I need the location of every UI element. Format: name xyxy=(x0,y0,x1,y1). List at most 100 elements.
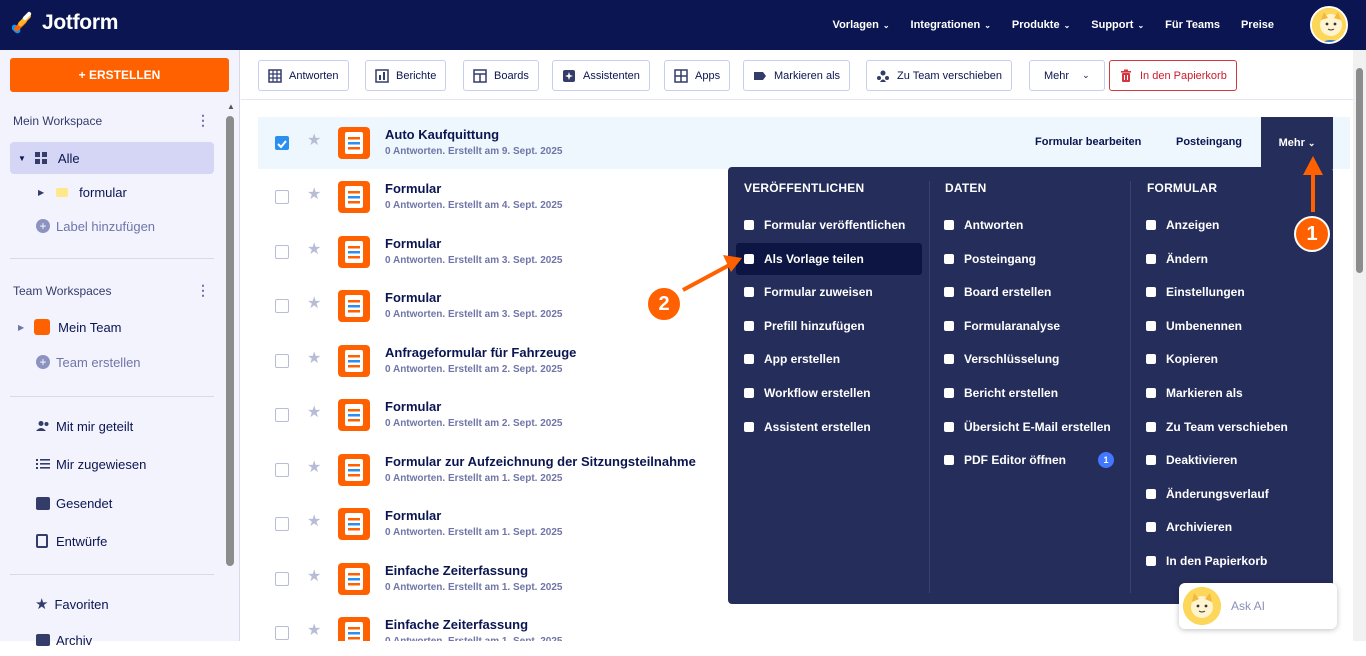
star-icon[interactable]: ★ xyxy=(307,130,321,150)
form-title[interactable]: Einfache Zeiterfassung xyxy=(385,617,528,632)
star-icon[interactable]: ★ xyxy=(307,402,321,422)
menu-item[interactable]: Anzeigen xyxy=(1138,209,1318,241)
sidebar-item-sent[interactable]: Gesendet xyxy=(10,487,214,519)
menu-item[interactable]: Prefill hinzufügen xyxy=(736,310,922,342)
assistants-button[interactable]: Assistenten xyxy=(552,60,650,91)
menu-item[interactable]: Änderungsverlauf xyxy=(1138,478,1318,510)
checkbox[interactable] xyxy=(275,354,289,368)
create-button[interactable]: + ERSTELLEN xyxy=(10,58,229,92)
nav-item[interactable]: Integrationen ⌄ xyxy=(911,19,991,31)
sidebar-item-archive[interactable]: Archiv xyxy=(10,624,214,656)
checkbox[interactable] xyxy=(275,190,289,204)
answers-button[interactable]: Antworten xyxy=(258,60,349,91)
menu-item[interactable]: Umbenennen xyxy=(1138,310,1318,342)
star-icon[interactable]: ★ xyxy=(307,239,321,259)
sidebar-scrollbar[interactable] xyxy=(226,116,234,566)
menu-item[interactable]: Kopieren xyxy=(1138,343,1318,375)
sidebar-item-folder[interactable]: ▶ formular xyxy=(10,176,214,208)
star-icon[interactable]: ★ xyxy=(307,184,321,204)
menu-item[interactable]: Übersicht E-Mail erstellen xyxy=(936,411,1122,443)
checkbox-checked[interactable] xyxy=(275,136,289,150)
check-icon xyxy=(277,140,287,149)
nav-item[interactable]: Support ⌄ xyxy=(1091,19,1144,31)
form-title[interactable]: Formular xyxy=(385,236,441,251)
form-title[interactable]: Formular xyxy=(385,399,441,414)
form-icon xyxy=(338,399,370,431)
checkbox[interactable] xyxy=(275,245,289,259)
apps-button[interactable]: Apps xyxy=(664,60,731,91)
star-icon[interactable]: ★ xyxy=(307,511,321,531)
checkbox[interactable] xyxy=(275,408,289,422)
form-title[interactable]: Formular xyxy=(385,290,441,305)
star-icon[interactable]: ★ xyxy=(307,293,321,313)
menu-item[interactable]: Board erstellen xyxy=(936,276,1122,308)
reports-button[interactable]: Berichte xyxy=(365,60,447,91)
menu-item[interactable]: App erstellen xyxy=(736,343,922,375)
user-avatar[interactable] xyxy=(1310,6,1348,44)
mark-as-button[interactable]: Markieren als xyxy=(743,60,851,91)
sidebar-item-favorites[interactable]: ★ Favoriten xyxy=(10,588,214,620)
menu-item[interactable]: Workflow erstellen xyxy=(736,377,922,409)
checkbox[interactable] xyxy=(275,517,289,531)
trash-button[interactable]: In den Papierkorb xyxy=(1109,60,1237,91)
star-icon[interactable]: ★ xyxy=(307,457,321,477)
nav-item[interactable]: Vorlagen ⌄ xyxy=(833,19,890,31)
more-row-button[interactable]: Mehr ⌄ xyxy=(1261,117,1333,169)
edit-form-button[interactable]: Formular bearbeiten xyxy=(1035,136,1141,148)
sidebar-item-assigned[interactable]: Mir zugewiesen xyxy=(10,448,214,480)
form-title[interactable]: Formular zur Aufzeichnung der Sitzungste… xyxy=(385,454,696,469)
form-title[interactable]: Formular xyxy=(385,181,441,196)
menu-item[interactable]: Bericht erstellen xyxy=(936,377,1122,409)
more-toolbar-button[interactable]: Mehr ⌄ xyxy=(1029,60,1105,91)
add-label-button[interactable]: + Label hinzufügen xyxy=(10,210,214,242)
star-icon[interactable]: ★ xyxy=(307,620,321,640)
menu-item[interactable]: Einstellungen xyxy=(1138,276,1318,308)
form-title[interactable]: Formular xyxy=(385,508,441,523)
menu-item[interactable]: Formular zuweisen xyxy=(736,276,922,308)
menu-item[interactable]: Als Vorlage teilen xyxy=(736,242,922,275)
menu-item[interactable]: Assistent erstellen xyxy=(736,411,922,443)
sidebar-item-all[interactable]: ▼ Alle xyxy=(10,142,214,174)
nav-item[interactable]: Produkte ⌄ xyxy=(1012,19,1070,31)
scroll-up-icon[interactable]: ▲ xyxy=(227,102,235,111)
sidebar-item-label: Team erstellen xyxy=(56,354,141,370)
checkbox[interactable] xyxy=(275,299,289,313)
jotform-logo[interactable]: Jotform xyxy=(12,10,118,36)
star-icon[interactable]: ★ xyxy=(307,348,321,368)
create-team-button[interactable]: + Team erstellen xyxy=(10,346,214,378)
star-icon[interactable]: ★ xyxy=(307,566,321,586)
main-scrollbar-thumb[interactable] xyxy=(1356,68,1363,273)
form-title[interactable]: Einfache Zeiterfassung xyxy=(385,563,528,578)
menu-item[interactable]: Posteingang xyxy=(936,243,1122,275)
menu-item[interactable]: Zu Team verschieben xyxy=(1138,411,1318,443)
checkbox[interactable] xyxy=(275,463,289,477)
checkbox[interactable] xyxy=(275,572,289,586)
share-arrow-icon xyxy=(742,218,756,232)
menu-item[interactable]: In den Papierkorb xyxy=(1138,545,1318,577)
menu-item[interactable]: Verschlüsselung xyxy=(936,343,1122,375)
boards-button[interactable]: Boards xyxy=(463,60,539,91)
sidebar-item-shared[interactable]: Mit mir geteilt xyxy=(10,410,214,442)
inbox-button[interactable]: Posteingang xyxy=(1176,136,1242,148)
menu-item[interactable]: PDF Editor öffnen 1 xyxy=(936,444,1122,476)
main-scrollbar[interactable] xyxy=(1353,50,1366,641)
menu-item[interactable]: Antworten xyxy=(936,209,1122,241)
checkbox[interactable] xyxy=(275,626,289,640)
form-row[interactable]: ★ Auto Kaufquittung 0 Antworten. Erstellt … xyxy=(258,117,1350,169)
move-team-button[interactable]: Zu Team verschieben xyxy=(866,60,1012,91)
sidebar-item-my-team[interactable]: ▶ Mein Team xyxy=(10,311,214,343)
workspace-more-icon[interactable]: ⋮ xyxy=(196,112,210,129)
form-title[interactable]: Auto Kaufquittung xyxy=(385,127,499,142)
sidebar-item-drafts[interactable]: Entwürfe xyxy=(10,525,214,557)
menu-item[interactable]: Ändern xyxy=(1138,243,1318,275)
nav-item[interactable]: Für Teams xyxy=(1165,19,1220,31)
menu-item[interactable]: Archivieren xyxy=(1138,511,1318,543)
ask-ai-button[interactable]: Ask AI xyxy=(1179,583,1337,629)
menu-item[interactable]: Formular veröffentlichen xyxy=(736,209,922,241)
nav-item[interactable]: Preise xyxy=(1241,19,1274,31)
menu-item[interactable]: Formularanalyse xyxy=(936,310,1122,342)
form-title[interactable]: Anfrageformular für Fahrzeuge xyxy=(385,345,576,360)
team-more-icon[interactable]: ⋮ xyxy=(196,282,210,299)
menu-item[interactable]: Markieren als xyxy=(1138,377,1318,409)
menu-item[interactable]: Deaktivieren xyxy=(1138,444,1318,476)
